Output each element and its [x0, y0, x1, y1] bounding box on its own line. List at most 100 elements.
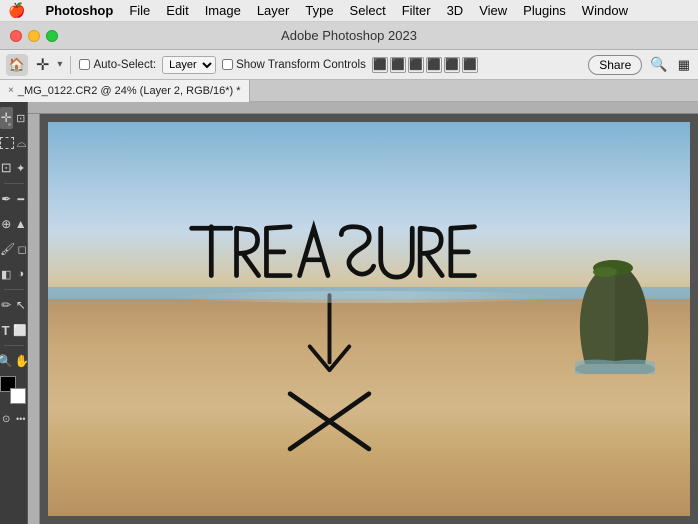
tool-group-gradient: ◧ ◑: [0, 262, 27, 286]
document-tab[interactable]: × _MG_0122.CR2 @ 24% (Layer 2, RGB/16*) …: [0, 80, 250, 102]
align-left[interactable]: ⬛: [372, 57, 388, 73]
apple-menu[interactable]: 🍎: [8, 2, 25, 19]
tool-sep-3: [4, 345, 24, 346]
more-icon: •••: [16, 414, 25, 424]
auto-select-label: Auto-Select:: [79, 59, 156, 71]
quick-mask-tool[interactable]: ⊙: [0, 408, 13, 430]
magic-wand-icon: ✦: [16, 162, 25, 175]
eraser-tool[interactable]: ◻: [17, 238, 27, 260]
menu-window[interactable]: Window: [574, 0, 636, 22]
menu-file[interactable]: File: [121, 0, 158, 22]
tool-group-brush: 🖌 ◻: [0, 237, 27, 261]
shape-tool[interactable]: ⬜: [13, 319, 27, 341]
menubar: 🍎 Photoshop File Edit Image Layer Type S…: [0, 0, 698, 22]
menu-edit[interactable]: Edit: [158, 0, 196, 22]
clone-stamp-tool[interactable]: ▲: [15, 213, 28, 235]
tab-title: _MG_0122.CR2 @ 24% (Layer 2, RGB/16*) *: [18, 85, 241, 97]
tool-arrow: ▸: [8, 121, 11, 128]
tool-group-move: ✛ ▸ ⊡: [0, 106, 27, 130]
ruler-left: [28, 114, 40, 524]
align-top[interactable]: ⬛: [426, 57, 442, 73]
artboard-icon: ⊡: [16, 112, 25, 125]
menu-type[interactable]: Type: [297, 0, 341, 22]
pen-tool[interactable]: ✏: [0, 294, 13, 316]
tab-close-button[interactable]: ×: [8, 85, 14, 96]
gradient-tool[interactable]: ◧: [0, 263, 13, 285]
eyedropper-tool[interactable]: ✒: [0, 188, 13, 210]
workspace-icon[interactable]: ▦: [676, 55, 692, 75]
dodge-icon: ◑: [17, 268, 24, 280]
artboard-tool[interactable]: ⊡: [15, 107, 28, 129]
tool-group-marquee: ⌓: [0, 131, 27, 155]
align-center-v[interactable]: ⬛: [444, 57, 460, 73]
left-toolbar: ✛ ▸ ⊡ ⌓ ⊡ ✦ ✒: [0, 102, 28, 524]
fullscreen-button[interactable]: [46, 30, 58, 42]
rect-marquee-tool[interactable]: [0, 132, 14, 154]
home-button[interactable]: 🏠: [6, 54, 28, 76]
align-right[interactable]: ⬛: [408, 57, 424, 73]
move-tool-icon: ✛: [34, 53, 51, 77]
lasso-icon: ⌓: [17, 136, 27, 151]
tool-group-select: ⊡ ✦: [0, 156, 27, 180]
auto-select-dropdown[interactable]: Layer: [162, 56, 216, 74]
close-button[interactable]: [10, 30, 22, 42]
canvas-area: [28, 102, 698, 524]
dodge-tool[interactable]: ◑: [15, 263, 28, 285]
menu-image[interactable]: Image: [197, 0, 249, 22]
eraser-icon: ◻: [18, 243, 27, 256]
zoom-icon: 🔍: [0, 354, 13, 368]
align-icons: ⬛ ⬛ ⬛ ⬛ ⬛ ⬛: [372, 57, 478, 73]
menu-3d[interactable]: 3D: [439, 0, 472, 22]
auto-select-checkbox[interactable]: [79, 59, 90, 70]
ruler-tool[interactable]: ━: [15, 188, 28, 210]
menu-select[interactable]: Select: [342, 0, 394, 22]
hand-tool[interactable]: ✋: [15, 350, 29, 372]
path-select-icon: ↖: [16, 298, 26, 312]
menu-layer[interactable]: Layer: [249, 0, 298, 22]
haystack-rock: [570, 254, 660, 374]
minimize-button[interactable]: [28, 30, 40, 42]
tab-bar: × _MG_0122.CR2 @ 24% (Layer 2, RGB/16*) …: [0, 80, 698, 102]
more-tools[interactable]: •••: [15, 408, 28, 430]
options-bar: 🏠 ✛ ▾ Auto-Select: Layer Show Transform …: [0, 50, 698, 80]
traffic-lights: [10, 30, 58, 42]
background-color[interactable]: [10, 388, 26, 404]
menu-filter[interactable]: Filter: [394, 0, 439, 22]
brush-tool[interactable]: 🖌: [0, 238, 15, 260]
gradient-icon: ◧: [1, 268, 11, 281]
crop-icon: ⊡: [1, 160, 12, 176]
lasso-tool[interactable]: ⌓: [16, 132, 27, 154]
share-button[interactable]: Share: [588, 55, 642, 75]
ruler-icon: ━: [17, 193, 24, 206]
move-tool[interactable]: ✛ ▸: [0, 107, 13, 129]
pen-icon: ✏: [1, 298, 11, 312]
align-center-h[interactable]: ⬛: [390, 57, 406, 73]
type-icon: T: [2, 323, 10, 338]
show-transform-checkbox[interactable]: [222, 59, 233, 70]
separator-1: [70, 56, 71, 74]
tool-sep-2: [4, 289, 24, 290]
show-transform-label: Show Transform Controls: [222, 59, 366, 71]
type-tool[interactable]: T: [0, 319, 11, 341]
healing-icon: ⊕: [1, 217, 11, 231]
move-tool-dropdown[interactable]: ▾: [57, 59, 62, 70]
zoom-tool[interactable]: 🔍: [0, 350, 13, 372]
tool-group-pen: ✏ ↖: [0, 293, 27, 317]
app-title: Adobe Photoshop 2023: [281, 28, 417, 43]
align-bottom[interactable]: ⬛: [462, 57, 478, 73]
shape-icon: ⬜: [13, 324, 27, 337]
search-icon[interactable]: 🔍: [648, 54, 669, 75]
eyedropper-icon: ✒: [1, 192, 11, 206]
spot-healing-tool[interactable]: ⊕: [0, 213, 13, 235]
menu-view[interactable]: View: [471, 0, 515, 22]
path-select-tool[interactable]: ↖: [15, 294, 28, 316]
magic-wand-tool[interactable]: ✦: [15, 157, 28, 179]
tool-group-eyedropper: ✒ ━: [0, 187, 27, 211]
tool-group-healing: ⊕ ▲: [0, 212, 27, 236]
menu-photoshop[interactable]: Photoshop: [37, 0, 121, 22]
titlebar: Adobe Photoshop 2023: [0, 22, 698, 50]
beach-scene: [48, 122, 690, 516]
canvas-viewport[interactable]: [40, 114, 698, 524]
crop-tool[interactable]: ⊡: [0, 157, 13, 179]
menu-plugins[interactable]: Plugins: [515, 0, 574, 22]
